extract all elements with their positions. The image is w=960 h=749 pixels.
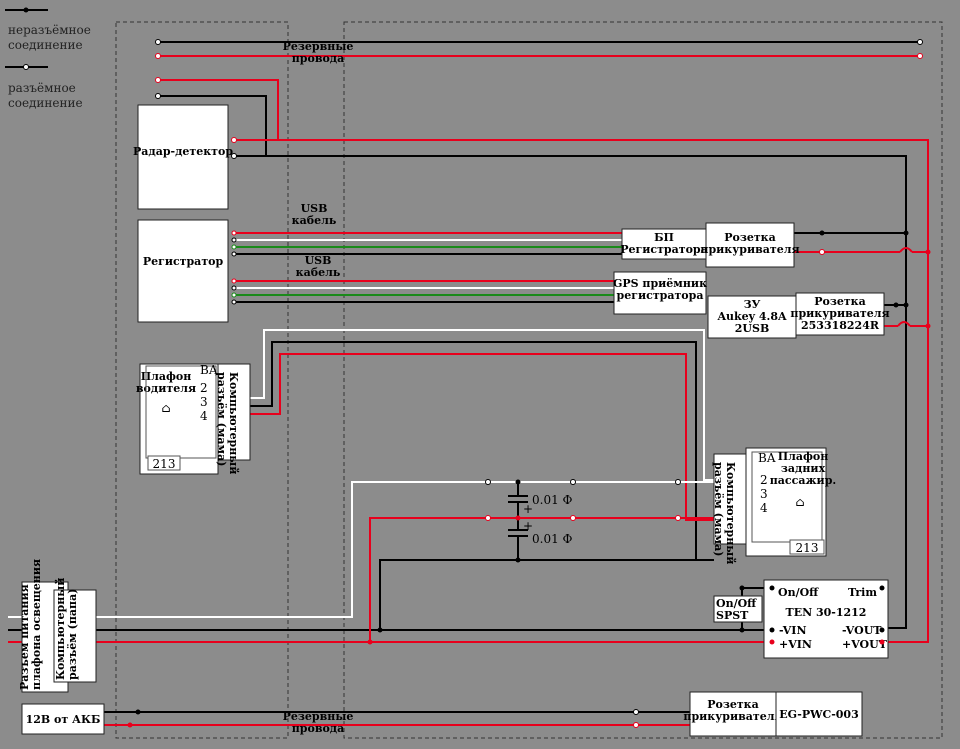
battery-label: 12В от АКБ <box>26 713 101 726</box>
radar-label: Радар-детектор <box>133 145 233 158</box>
gps-label: GPS приёмник регистратора <box>613 277 707 302</box>
rear-pin-ba: BA <box>758 451 776 465</box>
usb-cable-label-2: USB кабель <box>296 254 341 279</box>
registrator-label: Регистратор <box>143 255 224 268</box>
spare-wires-bottom <box>104 709 690 728</box>
cap-2-plus: + <box>523 519 533 533</box>
rear-lamp-icon: ⌂ <box>795 495 804 509</box>
driver-pin-4: 4 <box>200 409 208 423</box>
driver-lamp-label: Плафон водителя <box>136 370 196 395</box>
driver-pin-3: 3 <box>200 395 208 409</box>
ten-on-off: On/Off <box>778 586 819 599</box>
registrator-block <box>137 219 229 323</box>
driver-lamp-code: 213 <box>153 457 176 471</box>
lighter-socket-2-wires <box>884 302 931 329</box>
legend: неразъёмное соединение разъёмное соедине… <box>5 7 95 110</box>
egpwc-label: EG-PWC-003 <box>779 708 858 721</box>
lighter-socket-1-wires <box>794 230 931 255</box>
driver-lamp-icon: ⌂ <box>161 401 170 415</box>
rear-pin-3: 3 <box>760 487 768 501</box>
power-connector-label: Разъем питанияплафона освещения <box>18 559 43 690</box>
legend-detachable-word-1: разъёмное <box>8 81 76 95</box>
rear-lamp-code: 213 <box>796 541 819 555</box>
spare-wires-top-label: Резервные провода <box>283 40 354 65</box>
ten-vin-plus: +VIN <box>779 638 812 651</box>
legend-detachable-dot <box>23 64 29 70</box>
cap-1-plus: + <box>523 502 533 516</box>
registrator-wires <box>231 230 622 305</box>
ten-vin-minus: -VIN <box>779 624 807 637</box>
usb-cable-label-1: USB кабель <box>292 202 337 227</box>
driver-pin-2: 2 <box>200 381 208 395</box>
legend-permanent-word-1: неразъёмное <box>8 23 91 37</box>
ten-vout-minus: -VOUT <box>842 624 882 637</box>
ten-model: TEN 30-1212 <box>786 606 867 619</box>
legend-permanent-dot <box>23 7 29 13</box>
spare-wires-top <box>155 39 923 59</box>
capacitor-bus <box>8 479 764 645</box>
cap-2-label: 0.01 Ф <box>532 532 573 546</box>
ten-converter: On/Off Trim TEN 30-1212 -VIN +VIN -VOUT … <box>763 579 889 659</box>
wiring-diagram: неразъёмное соединение разъёмное соедине… <box>0 0 960 749</box>
driver-lamp-assembly: Плафон водителя 213 ⌂ BA 2 3 4 Компьютерн… <box>136 363 251 475</box>
rear-connector-label: Компьютерныйразъём (мама) <box>712 462 737 564</box>
spare-wires-bottom-label: Резервные провода <box>283 710 354 735</box>
rear-pin-4: 4 <box>760 501 768 515</box>
legend-detachable-word-2: соединение <box>8 96 83 110</box>
power-connector-assembly: Разъем питанияплафона освещения Компьюте… <box>18 559 97 693</box>
driver-connector-label: Компьютерныйразъём (мама) <box>215 372 240 474</box>
legend-permanent-text: неразъёмное соединение <box>8 23 95 52</box>
power-connector-papa-label: Компьютерныйразъём (папа) <box>54 578 79 680</box>
ten-trim: Trim <box>848 586 877 599</box>
rear-lamp-assembly: Компьютерныйразъём (мама) Плафон задних па… <box>712 447 836 564</box>
rear-pin-2: 2 <box>760 473 768 487</box>
lamp-wires <box>250 329 714 561</box>
cap-1-label: 0.01 Ф <box>532 493 573 507</box>
legend-detachable-text: разъёмное соединение <box>8 81 83 110</box>
diagram-canvas: неразъёмное соединение разъёмное соедине… <box>5 7 943 739</box>
legend-permanent-word-2: соединение <box>8 38 83 52</box>
